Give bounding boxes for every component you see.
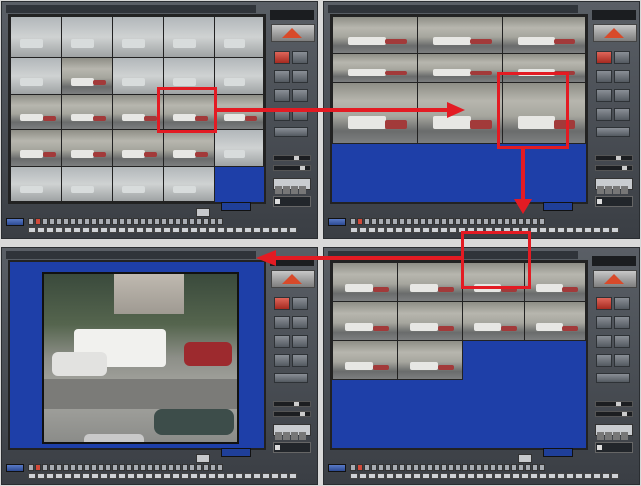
arrow-down-icon — [521, 149, 525, 201]
arrow-head-left-icon — [256, 250, 276, 266]
arrow-left-icon — [273, 256, 461, 260]
arrow-head-right-icon — [447, 102, 465, 118]
flow-arrows — [217, 102, 532, 266]
arrow-right-icon — [217, 108, 449, 112]
composite-figure: (function(){ document.querySelectorAll('… — [0, 0, 641, 486]
arrow-head-down-icon — [514, 199, 532, 214]
